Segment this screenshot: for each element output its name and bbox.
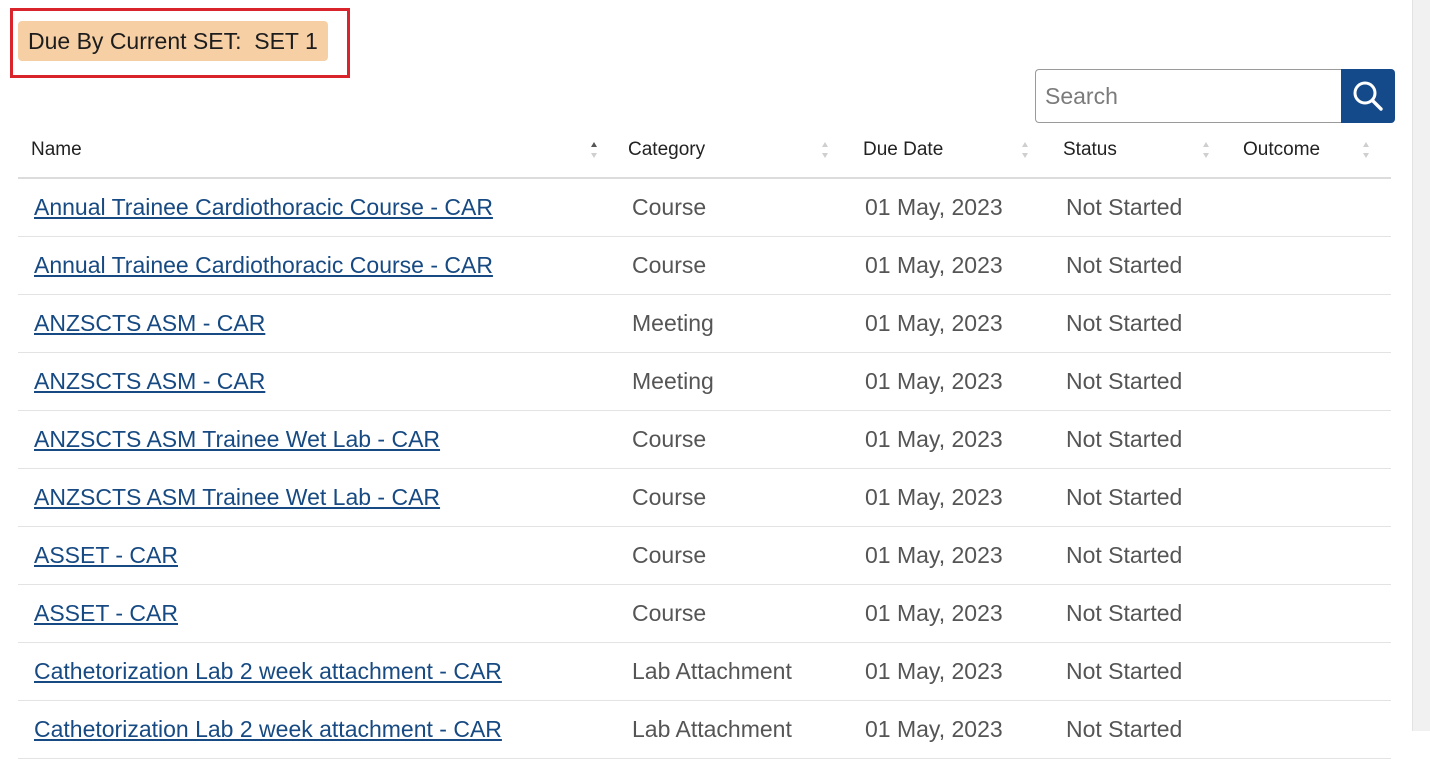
page-scrollbar-track[interactable] — [1412, 0, 1430, 731]
category-cell: Course — [632, 484, 707, 510]
item-name-link[interactable]: Cathetorization Lab 2 week attachment - … — [34, 658, 502, 684]
status-cell: Not Started — [1066, 658, 1183, 684]
table-row: Cathetorization Lab 2 week attachment - … — [18, 701, 1391, 759]
due-date-cell: 01 May, 2023 — [865, 542, 1003, 568]
due-date-cell: 01 May, 2023 — [865, 194, 1003, 220]
category-cell: Course — [632, 542, 707, 568]
category-cell: Course — [632, 426, 707, 452]
column-label: Due Date — [863, 138, 944, 160]
item-name-link[interactable]: ASSET - CAR — [34, 600, 178, 626]
category-cell: Lab Attachment — [632, 716, 792, 742]
column-header-outcome[interactable]: Outcome — [1231, 122, 1391, 177]
item-name-link[interactable]: ASSET - CAR — [34, 542, 178, 568]
due-date-cell: 01 May, 2023 — [865, 252, 1003, 278]
item-name-link[interactable]: Annual Trainee Cardiothoracic Course - C… — [34, 252, 493, 278]
due-date-cell: 01 May, 2023 — [865, 368, 1003, 394]
current-set-badge: Due By Current SET: SET 1 — [18, 21, 328, 61]
table-row: Annual Trainee Cardiothoracic Course - C… — [18, 179, 1391, 237]
column-header-name[interactable]: Name — [18, 122, 616, 177]
column-label: Name — [31, 138, 82, 160]
table-row: ASSET - CAR Course 01 May, 2023 Not Star… — [18, 527, 1391, 585]
due-date-cell: 01 May, 2023 — [865, 658, 1003, 684]
status-cell: Not Started — [1066, 716, 1183, 742]
category-cell: Meeting — [632, 368, 714, 394]
status-cell: Not Started — [1066, 426, 1183, 452]
sort-arrows-icon — [1363, 142, 1369, 158]
status-cell: Not Started — [1066, 484, 1183, 510]
due-date-cell: 01 May, 2023 — [865, 310, 1003, 336]
item-name-link[interactable]: ANZSCTS ASM - CAR — [34, 368, 265, 394]
status-cell: Not Started — [1066, 252, 1183, 278]
status-cell: Not Started — [1066, 368, 1183, 394]
item-name-link[interactable]: ANZSCTS ASM - CAR — [34, 310, 265, 336]
status-cell: Not Started — [1066, 600, 1183, 626]
column-header-category[interactable]: Category — [616, 122, 850, 177]
due-date-cell: 01 May, 2023 — [865, 426, 1003, 452]
column-label: Category — [628, 138, 706, 160]
table-row: Cathetorization Lab 2 week attachment - … — [18, 643, 1391, 701]
status-cell: Not Started — [1066, 194, 1183, 220]
item-name-link[interactable]: Annual Trainee Cardiothoracic Course - C… — [34, 194, 493, 220]
column-label: Status — [1063, 138, 1117, 160]
category-cell: Lab Attachment — [632, 658, 792, 684]
sort-arrows-icon — [822, 142, 828, 158]
item-name-link[interactable]: ANZSCTS ASM Trainee Wet Lab - CAR — [34, 426, 440, 452]
category-cell: Course — [632, 252, 707, 278]
item-name-link[interactable]: Cathetorization Lab 2 week attachment - … — [34, 716, 502, 742]
category-cell: Course — [632, 600, 707, 626]
table-row: ANZSCTS ASM - CAR Meeting 01 May, 2023 N… — [18, 353, 1391, 411]
column-header-status[interactable]: Status — [1051, 122, 1231, 177]
sort-arrows-icon — [1022, 142, 1028, 158]
due-date-cell: 01 May, 2023 — [865, 484, 1003, 510]
due-date-cell: 01 May, 2023 — [865, 716, 1003, 742]
table-row: ANZSCTS ASM - CAR Meeting 01 May, 2023 N… — [18, 295, 1391, 353]
column-label: Outcome — [1243, 138, 1321, 160]
search-icon — [1353, 81, 1383, 111]
category-cell: Meeting — [632, 310, 714, 336]
table-row: ASSET - CAR Course 01 May, 2023 Not Star… — [18, 585, 1391, 643]
sort-arrows-icon — [591, 142, 597, 158]
category-cell: Course — [632, 194, 707, 220]
table-header: Name Category Due Date Status Outcome — [18, 122, 1391, 179]
table-row: Annual Trainee Cardiothoracic Course - C… — [18, 237, 1391, 295]
sort-arrows-icon — [1203, 142, 1209, 158]
status-cell: Not Started — [1066, 542, 1183, 568]
search-box — [1035, 69, 1395, 123]
column-header-due-date[interactable]: Due Date — [850, 122, 1051, 177]
item-name-link[interactable]: ANZSCTS ASM Trainee Wet Lab - CAR — [34, 484, 440, 510]
table-row: ANZSCTS ASM Trainee Wet Lab - CAR Course… — [18, 411, 1391, 469]
search-input[interactable] — [1035, 69, 1341, 123]
due-date-cell: 01 May, 2023 — [865, 600, 1003, 626]
requirements-table: Name Category Due Date Status Outcome An… — [18, 122, 1391, 759]
search-button[interactable] — [1341, 69, 1395, 123]
table-row: ANZSCTS ASM Trainee Wet Lab - CAR Course… — [18, 469, 1391, 527]
status-cell: Not Started — [1066, 310, 1183, 336]
